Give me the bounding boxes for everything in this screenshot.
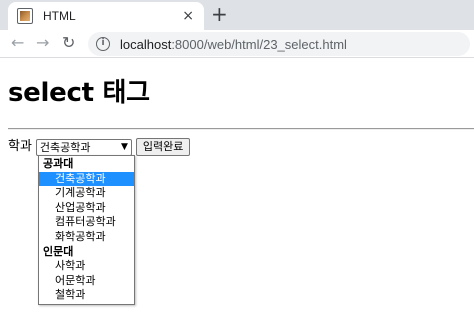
chevron-down-icon: ▼ [121, 141, 128, 152]
site-info-icon[interactable]: i [96, 37, 110, 51]
page-title: select 태그 [8, 78, 150, 108]
browser-toolbar: ← → ↻ i localhost:8000/web/html/23_selec… [0, 30, 474, 58]
option-item[interactable]: 사학과 [39, 259, 134, 274]
tab-title: HTML [43, 9, 76, 23]
optgroup-label: 인문대 [43, 244, 74, 258]
department-select[interactable]: 건축공학과 ▼ [35, 138, 132, 156]
tab-strip: HTML × + [0, 0, 474, 30]
option-item[interactable]: 산업공학과 [39, 201, 134, 216]
optgroup-label: 공과대 [43, 157, 74, 170]
new-tab-icon[interactable]: + [211, 3, 228, 25]
option-item[interactable]: 컴퓨터공학과 [39, 215, 134, 230]
option-item[interactable]: 건축공학과 [39, 171, 134, 187]
option-item[interactable]: 기계공학과 [39, 186, 134, 201]
page-content: select 태그 학과 건축공학과 ▼ 입력완료 공과대 건축공학과 기계공학… [0, 59, 474, 319]
url-path: :8000/web/html/23_select.html [171, 36, 347, 52]
reload-icon[interactable]: ↻ [62, 33, 75, 53]
address-bar[interactable]: i localhost:8000/web/html/23_select.html [88, 32, 470, 56]
forward-icon[interactable]: → [36, 33, 49, 53]
option-item[interactable]: 화학공학과 [39, 230, 134, 245]
back-icon[interactable]: ← [11, 33, 24, 53]
submit-button[interactable]: 입력완료 [135, 138, 191, 156]
department-label: 학과 [8, 139, 32, 154]
select-dropdown-list: 공과대 건축공학과 기계공학과 산업공학과 컴퓨터공학과 화학공학과 인문대 사… [38, 155, 135, 305]
department-form: 학과 건축공학과 ▼ 입력완료 [8, 137, 191, 157]
close-tab-icon[interactable]: × [182, 7, 194, 25]
horizontal-rule [8, 128, 474, 130]
url-text[interactable]: localhost:8000/web/html/23_select.html [120, 37, 347, 52]
select-value: 건축공학과 [39, 140, 91, 154]
url-host: localhost [120, 36, 172, 52]
option-item[interactable]: 철학과 [39, 288, 134, 303]
browser-tab[interactable]: HTML × [8, 2, 204, 30]
favicon-icon [17, 8, 33, 24]
option-item[interactable]: 어문학과 [39, 274, 134, 289]
